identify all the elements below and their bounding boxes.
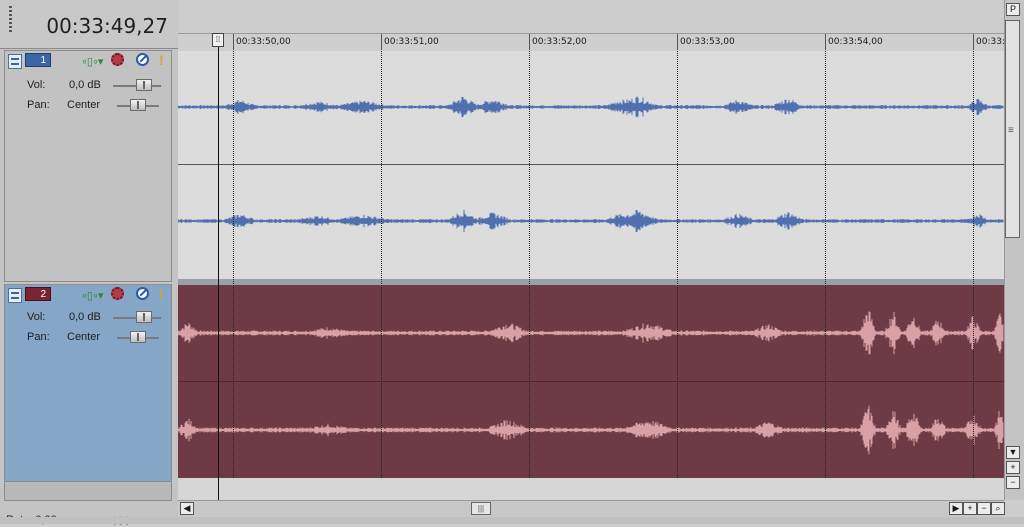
status-strip [0, 517, 1024, 524]
waveform-channel [178, 209, 1004, 233]
ruler-tick-line [825, 34, 826, 50]
zoom-out-icon[interactable]: − [977, 502, 991, 515]
pan-value: Center [67, 99, 101, 111]
pan-label: Pan: [27, 99, 50, 111]
pan-slider-knob[interactable] [130, 99, 146, 111]
track-minimize-icon[interactable] [8, 54, 22, 69]
ruler-tick-line [677, 34, 678, 50]
track-number-badge[interactable]: 2 [25, 287, 51, 301]
vol-label: Vol: [27, 79, 46, 91]
horizontal-scroll-thumb[interactable]: ||| [471, 502, 491, 515]
vol-label: Vol: [27, 311, 46, 323]
horizontal-scrollbar[interactable] [178, 500, 1004, 518]
track-fx-icon[interactable]: ∘▯∘▾ [81, 289, 103, 302]
waveform-channel [178, 96, 1004, 118]
ruler-tick-label: 00:33:52,00 [532, 37, 587, 47]
channel-divider [178, 164, 1004, 165]
timeline-ruler[interactable]: 00:33:50,00 00:33:51,00 00:33:52,00 00:33:5… [178, 33, 1005, 52]
empty-track-area[interactable] [178, 478, 1004, 500]
solo-icon[interactable]: ! [159, 286, 164, 302]
channel-divider [178, 381, 1004, 382]
ruler-tick-line [529, 34, 530, 50]
track-header-1[interactable]: 1 ∘▯∘▾ ! Vol: 0,0 dB Pan: Center [4, 50, 172, 282]
pan-value: Center [67, 331, 101, 343]
scroll-right-icon[interactable]: ▶ [949, 502, 963, 515]
ruler-tick-line [381, 34, 382, 50]
ruler-tick-label: 00:33:54,00 [828, 37, 883, 47]
vol-value: 0,0 dB [69, 311, 101, 323]
mute-icon[interactable] [136, 53, 149, 66]
waveform-channel [178, 311, 1004, 355]
waveform-track-1 [178, 96, 1004, 233]
ruler-tick-label: 00:33: [976, 37, 1005, 47]
ruler-tick-label: 00:33:50,00 [236, 37, 291, 47]
playhead-line [218, 46, 219, 500]
track-zoom-in-icon[interactable]: + [1006, 461, 1020, 474]
volume-slider-knob[interactable] [136, 79, 152, 91]
track-number-badge[interactable]: 1 [25, 53, 51, 67]
ruler-tick-line [973, 34, 974, 50]
ruler-tick-line [233, 34, 234, 50]
scroll-down-icon[interactable]: ▼ [1006, 446, 1020, 459]
pan-slider-knob[interactable] [130, 331, 146, 343]
mute-icon[interactable] [136, 287, 149, 300]
audio-clip-track-1[interactable] [178, 51, 1004, 279]
track-minimize-icon[interactable] [8, 288, 22, 303]
ruler-tick-label: 00:33:51,00 [384, 37, 439, 47]
vertical-scroll-thumb[interactable] [1005, 20, 1020, 238]
volume-slider-knob[interactable] [136, 311, 152, 323]
waveform-channel [178, 405, 1004, 455]
track-zoom-out-icon[interactable]: − [1006, 476, 1020, 489]
zoom-in-icon[interactable]: + [963, 502, 977, 515]
ruler-tick-label: 00:33:53,00 [680, 37, 735, 47]
pan-label: Pan: [27, 331, 50, 343]
timecode-display: 00:33:49,27 [46, 14, 168, 38]
automation-icon[interactable] [111, 53, 124, 66]
automation-icon[interactable] [111, 287, 124, 300]
track-fx-icon[interactable]: ∘▯∘▾ [81, 55, 103, 68]
track-header-2[interactable]: 2 ∘▯∘▾ ! Vol: 0,0 dB Pan: Center [4, 284, 172, 482]
drag-grip-icon[interactable] [9, 6, 12, 34]
pin-icon[interactable]: P [1006, 3, 1020, 16]
playhead-marker-icon[interactable]: ⁞⁞ [212, 33, 224, 47]
scroll-left-icon[interactable]: ◀ [180, 502, 194, 515]
zoom-tool-icon[interactable]: ⌕ [991, 502, 1005, 515]
time-display-header: 00:33:49,27 [0, 0, 178, 49]
track-list-footer [4, 481, 172, 501]
solo-icon[interactable]: ! [159, 52, 164, 68]
vol-value: 0,0 dB [69, 79, 101, 91]
